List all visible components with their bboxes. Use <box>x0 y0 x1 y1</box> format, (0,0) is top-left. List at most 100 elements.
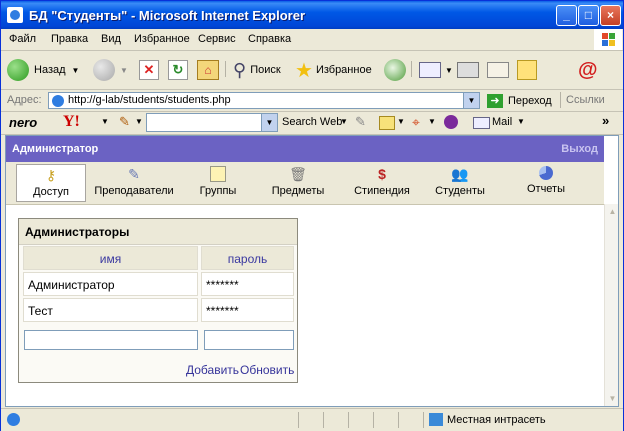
table-row-password: ******* <box>201 272 294 296</box>
close-button[interactable]: × <box>600 5 621 26</box>
administrators-panel: Администраторы имя пароль Администратор … <box>18 218 298 383</box>
nav-reports[interactable]: Отчеты <box>516 164 576 202</box>
menu-edit[interactable]: Правка <box>51 33 88 45</box>
back-button[interactable]: Назад ▼ <box>7 55 79 85</box>
window-icon[interactable] <box>379 116 395 130</box>
table-row-password: ******* <box>201 298 294 322</box>
nav-access[interactable]: ⚷ Доступ <box>16 164 86 202</box>
edit-button[interactable] <box>487 55 509 85</box>
discuss-button[interactable] <box>517 55 537 85</box>
page-icon <box>52 95 64 107</box>
messenger-icon[interactable] <box>444 115 458 129</box>
highlighter-icon[interactable]: ✎ <box>119 114 130 130</box>
menu-favorites[interactable]: Избранное <box>134 33 190 45</box>
nero-logo[interactable]: nero <box>9 115 37 130</box>
table-row-name[interactable]: Администратор <box>23 272 198 296</box>
history-button[interactable] <box>384 55 406 85</box>
addon-toolbar: nero Y! ▼ ✎ ▼ ▼ Search Web ▼ ✎ ▼ ⌖ ▼ Mai… <box>1 112 623 135</box>
table-row-name[interactable]: Тест <box>23 298 198 322</box>
page-status-icon <box>7 413 20 426</box>
links-button[interactable]: Ссылки <box>566 94 605 106</box>
stop-button[interactable]: ✕ <box>139 55 159 85</box>
chevron-down-icon[interactable]: ▼ <box>517 117 525 126</box>
back-arrow-icon <box>7 59 29 81</box>
pie-chart-icon <box>539 166 553 180</box>
document-icon <box>487 62 509 78</box>
windows-logo-icon <box>594 29 622 50</box>
trash-icon: 🗑 <box>289 166 307 182</box>
keys-icon: ⚷ <box>45 167 57 183</box>
nav-teachers[interactable]: ✎ Преподаватели <box>94 164 174 202</box>
home-icon: ⌂ <box>197 60 219 80</box>
chevron-down-icon[interactable]: ▼ <box>261 114 277 131</box>
new-password-input[interactable] <box>204 330 294 350</box>
mail-icon <box>473 117 490 129</box>
chevron-right-icon[interactable]: » <box>602 113 609 128</box>
chevron-down-icon[interactable]: ▼ <box>101 117 109 126</box>
ie-icon <box>7 7 23 23</box>
chevron-down-icon[interactable]: ▼ <box>340 117 348 126</box>
pencil-icon: ✎ <box>128 166 140 182</box>
at-sign-icon: @ <box>578 58 598 81</box>
menu-view[interactable]: Вид <box>101 33 121 45</box>
scroll-up-arrow[interactable]: ▲ <box>606 205 618 219</box>
new-name-input[interactable] <box>24 330 198 350</box>
browser-window: БД "Студенты" - Microsoft Internet Explo… <box>0 0 624 431</box>
go-button[interactable]: ➜ Переход <box>487 92 552 109</box>
menu-help[interactable]: Справка <box>248 33 291 45</box>
minimize-button[interactable]: _ <box>556 5 577 26</box>
refresh-button[interactable]: ↻ <box>168 55 188 85</box>
address-input[interactable]: http://g-lab/students/students.php ▼ <box>48 92 480 109</box>
window-title: БД "Студенты" - Microsoft Internet Explo… <box>29 8 306 23</box>
chevron-down-icon[interactable]: ▼ <box>397 117 405 126</box>
note-icon <box>517 60 537 80</box>
maximize-button[interactable]: □ <box>578 5 599 26</box>
scroll-down-arrow[interactable]: ▼ <box>606 392 618 406</box>
nav-students[interactable]: 👥 Студенты <box>430 164 490 202</box>
menu-bar: Файл Правка Вид Избранное Сервис Справка <box>1 29 623 51</box>
crosshair-icon[interactable]: ⌖ <box>412 114 420 131</box>
add-button[interactable]: Добавить <box>186 363 239 377</box>
menu-tools[interactable]: Сервис <box>198 33 236 45</box>
pen-icon[interactable]: ✎ <box>355 114 366 130</box>
main-toolbar: Назад ▼ ▼ ✕ ↻ ⌂ ⚲ Поиск ★ Избранное ▼ @ <box>1 51 623 90</box>
forward-button[interactable]: ▼ <box>93 55 128 85</box>
page-viewport: Администратор Выход ⚷ Доступ ✎ Преподава… <box>5 135 619 407</box>
go-arrow-icon: ➜ <box>487 93 503 108</box>
chevron-down-icon[interactable]: ▼ <box>72 66 80 75</box>
refresh-icon: ↻ <box>168 60 188 80</box>
chevron-down-icon[interactable]: ▼ <box>428 117 436 126</box>
nav-subjects[interactable]: 🗑 Предметы <box>268 164 328 202</box>
column-header-name: имя <box>23 246 198 270</box>
chevron-down-icon[interactable]: ▼ <box>463 93 479 108</box>
forward-arrow-icon <box>93 59 115 81</box>
vertical-scrollbar[interactable]: ▲ ▼ <box>604 204 618 406</box>
messenger-button[interactable]: @ <box>578 55 598 85</box>
search-web-button[interactable]: Search Web <box>282 116 342 128</box>
mail-button[interactable]: ▼ <box>419 55 453 85</box>
nav-scholarship[interactable]: $ Стипендия <box>350 164 414 202</box>
refresh-button[interactable]: Обновить <box>240 363 294 377</box>
home-button[interactable]: ⌂ <box>197 55 219 85</box>
admin-header: Администратор Выход <box>6 136 604 162</box>
nav-groups[interactable]: Группы <box>188 164 248 202</box>
panel-title: Администраторы <box>19 219 297 245</box>
current-user: Администратор <box>12 143 99 155</box>
title-bar[interactable]: БД "Студенты" - Microsoft Internet Explo… <box>1 1 623 29</box>
print-button[interactable] <box>457 55 479 85</box>
menu-file[interactable]: Файл <box>9 33 36 45</box>
chevron-down-icon[interactable]: ▼ <box>120 66 128 75</box>
favorites-button[interactable]: ★ Избранное <box>295 55 372 85</box>
yahoo-logo[interactable]: Y! <box>63 113 80 131</box>
yahoo-search-input[interactable]: ▼ <box>146 113 278 132</box>
chevron-down-icon[interactable]: ▼ <box>135 117 143 126</box>
search-button[interactable]: ⚲ Поиск <box>233 55 281 85</box>
chevron-down-icon[interactable]: ▼ <box>445 66 453 75</box>
printer-icon <box>457 62 479 78</box>
history-icon <box>384 59 406 81</box>
mail-button[interactable]: Mail <box>492 116 512 128</box>
logout-link[interactable]: Выход <box>561 143 598 155</box>
star-icon: ★ <box>295 59 313 82</box>
calendar-icon <box>210 166 226 182</box>
search-icon: ⚲ <box>233 59 247 80</box>
